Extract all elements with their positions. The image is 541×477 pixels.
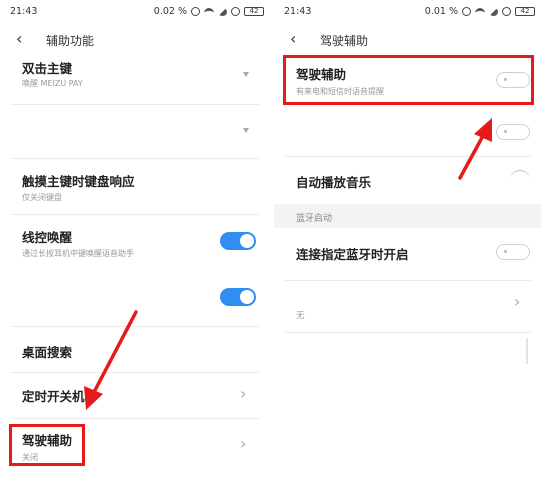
left-screen: 21:43 0.02 % 42 ‹ 辅助功能 双击主键 唤醒 MEIZU PAY… <box>0 0 270 477</box>
right-screen: 21:43 0.01 % 42 ‹ 驾驶辅助 驾驶辅助 有来电和短信时语音提醒 … <box>274 0 541 477</box>
red-arrow-icon <box>458 118 492 180</box>
red-arrow-icon <box>84 310 138 410</box>
